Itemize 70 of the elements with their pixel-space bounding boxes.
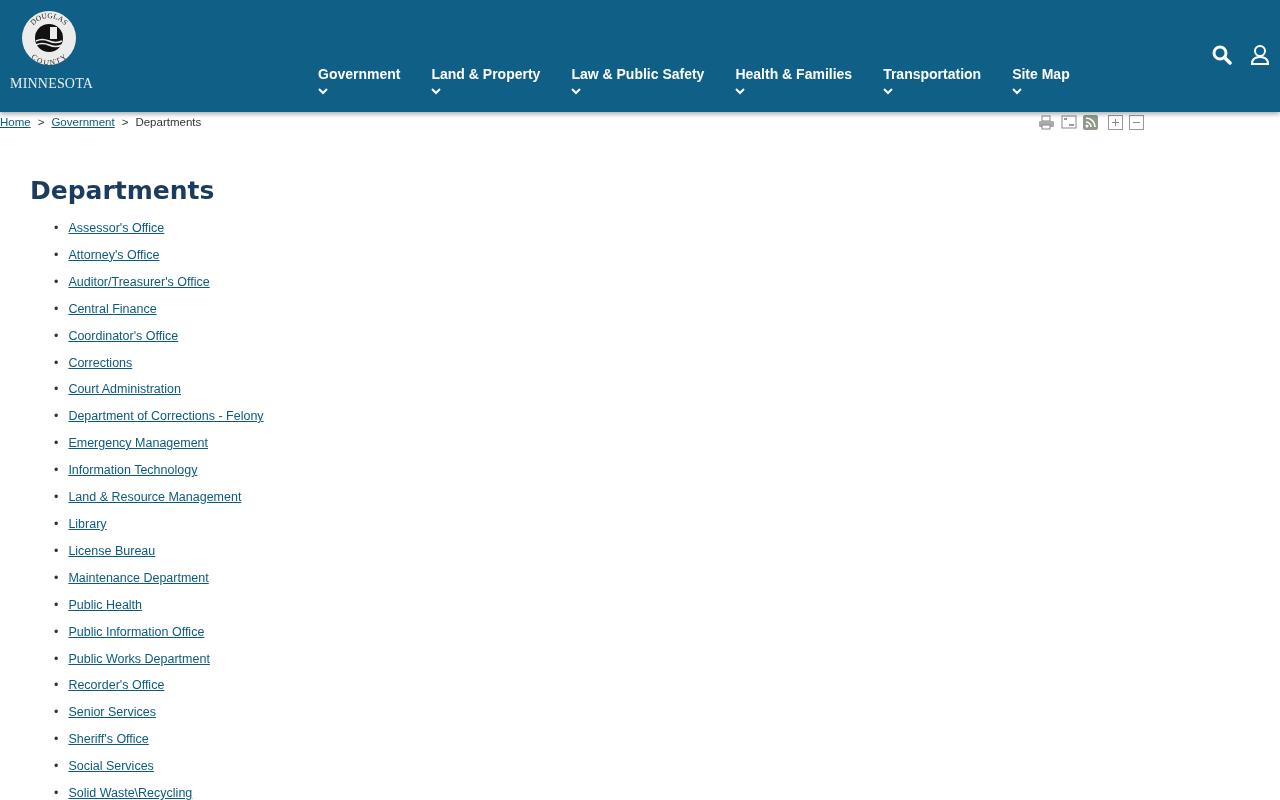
department-link[interactable]: Attorney's Office (68, 241, 160, 269)
department-link[interactable]: Assessor's Office (68, 215, 165, 242)
department-link[interactable]: Sheriff's Office (68, 726, 149, 754)
department-link[interactable]: License Bureau (68, 537, 156, 565)
list-bullet: • (54, 246, 59, 264)
list-bullet: • (54, 354, 59, 372)
list-bullet: • (54, 785, 59, 800)
department-link[interactable]: Land & Resource Management (68, 484, 242, 511)
department-link[interactable]: Information Technology (68, 457, 198, 485)
chevron-down-icon (431, 88, 442, 95)
department-link[interactable]: Coordinator's Office (68, 322, 179, 350)
department-link[interactable]: Emergency Management (68, 430, 209, 458)
department-link[interactable]: Central Finance (68, 295, 157, 323)
zoom-in-icon[interactable] (1108, 114, 1123, 130)
list-bullet: • (54, 489, 59, 507)
list-bullet: • (54, 515, 59, 533)
department-link[interactable]: Corrections (68, 349, 133, 377)
rss-feed-icon[interactable] (1083, 114, 1098, 130)
department-link[interactable]: Solid Waste\Recycling (68, 780, 193, 800)
user-icon[interactable] (1250, 44, 1270, 66)
list-bullet: • (54, 220, 59, 237)
breadcrumb-link[interactable]: Home (0, 116, 31, 128)
nav-menu-item[interactable]: Transportation (883, 66, 982, 95)
department-link[interactable]: Auditor/Treasurer's Office (68, 268, 210, 296)
nav-menu-item[interactable]: Site Map (1012, 66, 1070, 95)
chevron-down-icon (883, 88, 894, 95)
department-link[interactable]: Senior Services (68, 699, 156, 727)
department-link[interactable]: Recorder's Office (68, 672, 165, 700)
list-bullet: • (54, 273, 59, 291)
breadcrumb-current: Departments (135, 116, 202, 128)
nav-menu-item[interactable]: Land & Property (431, 66, 541, 95)
list-bullet: • (54, 650, 59, 668)
list-bullet: • (54, 569, 59, 587)
list-bullet: • (54, 596, 59, 614)
chevron-down-icon (571, 88, 582, 95)
department-link[interactable]: Public Works Department (68, 645, 210, 673)
department-link[interactable]: Social Services (68, 753, 154, 781)
zoom-out-icon[interactable] (1129, 114, 1144, 130)
chevron-down-icon (735, 88, 746, 95)
list-bullet: • (54, 623, 59, 641)
email-icon[interactable] (1061, 115, 1077, 129)
logo-state-name: MINNESOTA (10, 76, 94, 92)
list-bullet: • (54, 381, 59, 399)
department-link[interactable]: Maintenance Department (68, 564, 209, 592)
breadcrumb-separator: > (121, 116, 129, 128)
department-link[interactable]: Library (68, 510, 107, 538)
department-link[interactable]: Department of Corrections - Felony (68, 403, 264, 431)
chevron-down-icon (318, 88, 328, 95)
nav-menu-item[interactable]: Law & Public Safety (571, 66, 705, 95)
print-icon[interactable] (1038, 114, 1055, 130)
nav-menu-item[interactable]: Government (318, 66, 401, 95)
page-heading: Departments (30, 176, 216, 205)
chevron-down-icon (1012, 88, 1023, 95)
list-bullet: • (54, 300, 59, 318)
department-link[interactable]: Court Administration (68, 376, 181, 404)
department-link[interactable]: Public Health (68, 591, 143, 619)
list-bullet: • (54, 677, 59, 695)
list-bullet: • (54, 704, 59, 722)
list-bullet: • (54, 435, 59, 453)
nav-menu-item[interactable]: Health & Families (735, 66, 853, 95)
department-link[interactable]: Public Information Office (68, 618, 205, 646)
list-bullet: • (54, 462, 59, 480)
search-icon[interactable] (1212, 45, 1232, 65)
breadcrumb-separator: > (37, 116, 45, 128)
list-bullet: • (54, 731, 59, 749)
list-bullet: • (54, 758, 59, 776)
list-bullet: • (54, 408, 59, 426)
list-bullet: • (54, 327, 59, 345)
breadcrumb-link[interactable]: Government (51, 116, 115, 128)
list-bullet: • (54, 542, 59, 560)
